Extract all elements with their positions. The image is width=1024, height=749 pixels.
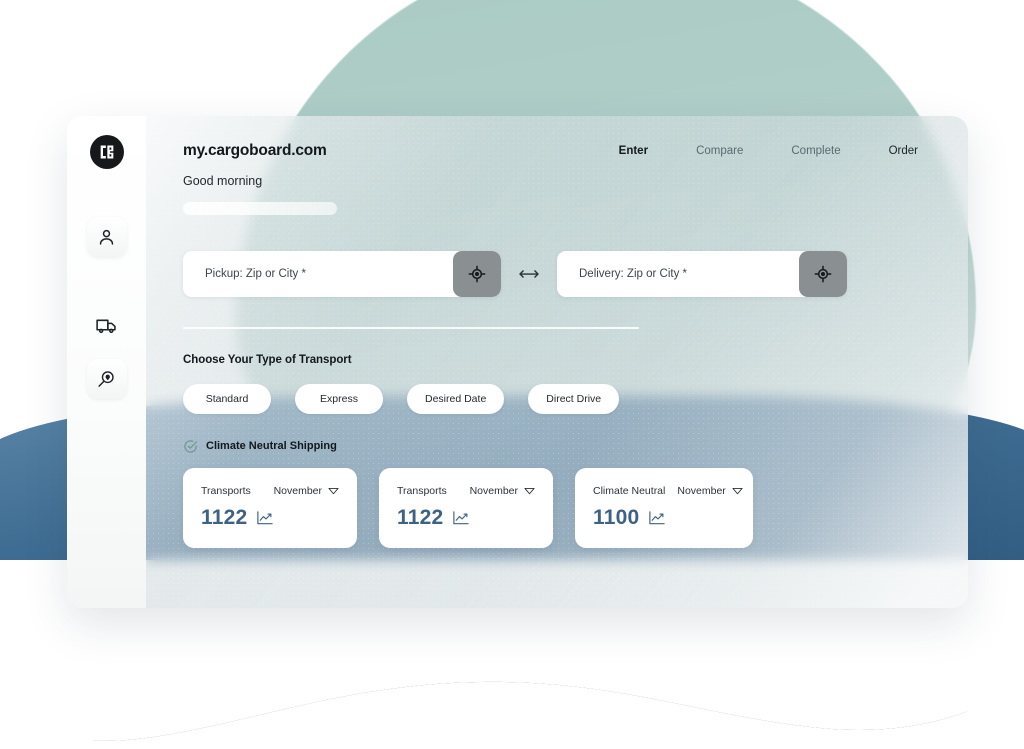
climate-neutral-row[interactable]: Climate Neutral Shipping [183,439,934,454]
transport-option-express[interactable]: Express [295,383,383,414]
stat-card-title: Transports [201,484,251,497]
stat-value: 1100 [593,505,640,529]
sidebar-item-transports[interactable] [87,305,127,345]
delivery-field[interactable]: Delivery: Zip or City * [557,251,847,297]
stat-value: 1122 [201,505,248,529]
header: my.cargoboard.com Enter Compare Complete… [183,142,934,160]
crosshair-target-icon [814,265,832,283]
transport-option-desired-date[interactable]: Desired Date [407,383,505,414]
cargoboard-logo-glyph [100,145,113,159]
location-row: Pickup: Zip or City * Delivery: Zip or C… [183,251,934,297]
sidebar-item-account[interactable] [86,217,127,257]
truck-icon [96,319,116,333]
transport-options: Standard Express Desired Date Direct Dri… [183,383,934,414]
main-content: my.cargoboard.com Enter Compare Complete… [146,116,968,608]
line-chart-icon [649,510,666,524]
stat-card-title: Transports [397,484,447,497]
pickup-placeholder: Pickup: Zip or City * [205,268,306,280]
tab-compare[interactable]: Compare [696,145,743,157]
line-chart-icon [453,510,470,524]
section-divider [183,327,639,329]
climate-neutral-label: Climate Neutral Shipping [206,440,337,452]
pickup-locate-button[interactable] [453,251,501,297]
stat-value: 1122 [397,505,444,529]
tab-complete[interactable]: Complete [791,145,840,157]
check-circle-icon [184,439,197,453]
swap-locations-button[interactable] [501,267,557,281]
transport-section-title: Choose Your Type of Transport [183,353,352,366]
transport-option-standard[interactable]: Standard [183,383,271,414]
swap-horizontal-arrows-icon [519,270,539,278]
app-window: my.cargoboard.com Enter Compare Complete… [67,116,968,608]
chevron-down-icon [328,487,339,494]
stat-period-label: November [469,484,518,497]
chevron-down-icon [732,487,743,494]
search-location-icon [98,370,114,387]
stat-card-climate-neutral[interactable]: Climate Neutral November 1100 [575,467,753,548]
stat-period-label: November [677,484,726,497]
delivery-placeholder: Delivery: Zip or City * [579,268,687,280]
stat-card-transports-2[interactable]: Transports November 1122 [379,467,553,548]
page-title: my.cargoboard.com [183,142,327,159]
sidebar [67,116,146,608]
line-chart-icon [257,510,274,524]
top-navigation: Enter Compare Complete Order [619,145,918,157]
person-icon [99,229,114,245]
loading-skeleton-bar [183,202,337,215]
cargoboard-logo[interactable] [89,135,124,169]
delivery-locate-button[interactable] [799,251,847,297]
stat-card-transports-1[interactable]: Transports November 1122 [183,467,357,548]
tab-order[interactable]: Order [889,145,918,157]
chevron-down-icon [524,487,535,494]
greeting-text: Good morning [183,174,263,188]
transport-option-direct-drive[interactable]: Direct Drive [528,383,620,414]
stat-period-dropdown[interactable]: November [470,485,535,497]
sidebar-item-tracking[interactable] [86,359,127,399]
crosshair-target-icon [468,265,486,283]
screenshot-canvas: my.cargoboard.com Enter Compare Complete… [0,0,1024,749]
stat-period-dropdown[interactable]: November [677,484,743,497]
stat-cards: Transports November 1122 Transports Nove… [183,467,934,548]
pickup-field[interactable]: Pickup: Zip or City * [183,251,501,297]
stat-card-title: Climate Neutral [593,484,666,497]
stat-period-dropdown[interactable]: November [274,485,339,497]
tab-enter[interactable]: Enter [619,145,648,157]
stat-period-label: November [273,484,322,497]
